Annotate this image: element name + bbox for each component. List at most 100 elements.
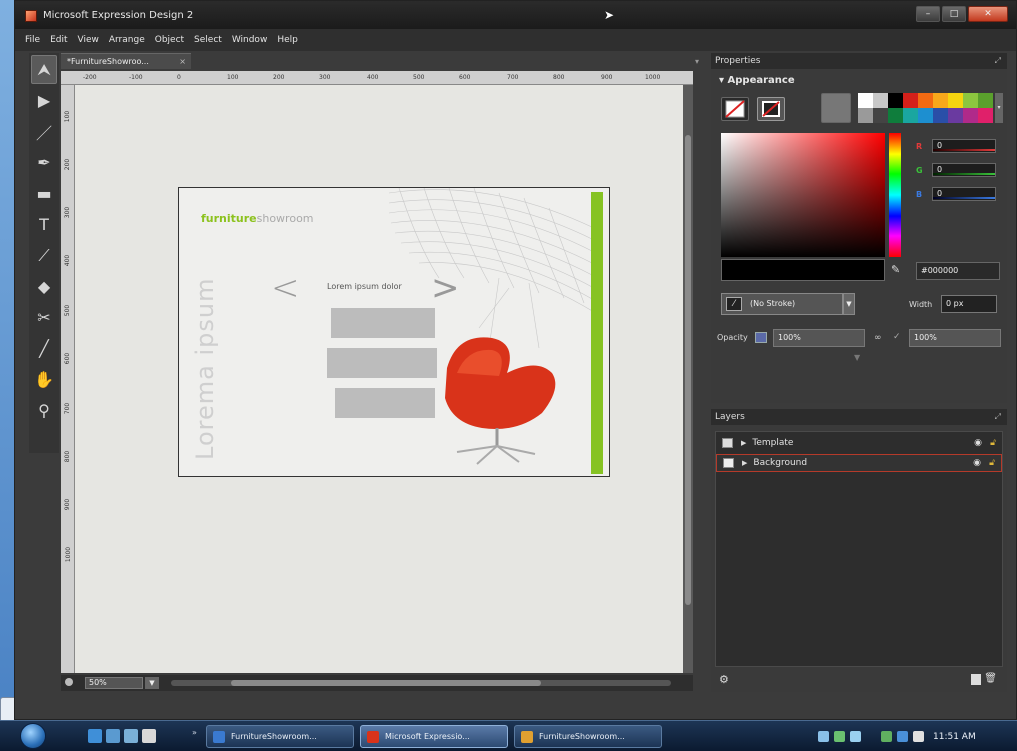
selection-tool-icon[interactable]: ⮝ [31,55,57,84]
gradient-tool-icon[interactable]: ╱ [31,334,57,363]
green-value-input[interactable]: 0 [932,163,996,177]
pen-tool-icon[interactable]: ✒ [31,148,57,177]
gear-icon[interactable]: ⚙ [719,673,729,686]
collapse-chevron-icon[interactable]: ▼ [854,353,860,362]
hue-slider[interactable] [889,133,901,257]
color-picker-field[interactable] [721,133,885,257]
zoom-tool-icon[interactable]: ⚲ [31,396,57,425]
rectangle-tool-icon[interactable]: ▬ [31,179,57,208]
color-swatch[interactable] [903,108,918,123]
menu-help[interactable]: Help [277,35,298,45]
horizontal-scrollbar[interactable] [171,680,671,686]
layer-row-background[interactable]: ▶ Background ◉ 🔓︎ [716,454,1002,472]
stroke-opacity-input[interactable]: 100% [909,329,1001,347]
color-swatch[interactable] [948,108,963,123]
clock[interactable]: 11:51 AM [933,732,976,742]
tray-sync-icon[interactable] [850,731,861,742]
stroke-select[interactable]: ⁄ (No Stroke) [721,293,843,315]
taskbar-button[interactable]: Microsoft Expressio... [360,725,508,748]
layer-row-template[interactable]: ▶ Template ◉ 🔓︎ [716,434,1002,452]
menu-object[interactable]: Object [155,35,184,45]
horizontal-scroll-thumb[interactable] [231,680,541,686]
link-icon[interactable]: ∞ [874,333,882,343]
delete-layer-icon[interactable]: 🗑︎ [984,673,997,684]
expand-arrow-icon[interactable]: ▶ [741,439,746,447]
menu-window[interactable]: Window [232,35,268,45]
volume-icon[interactable] [913,731,924,742]
visibility-eye-icon[interactable]: ◉ [974,438,982,448]
tray-app-icon[interactable] [834,731,845,742]
expand-arrow-icon[interactable]: ▶ [742,459,747,467]
panel-pin-icon[interactable]: ⤢ [995,53,1001,69]
menu-edit[interactable]: Edit [50,35,67,45]
tray-monitor-icon[interactable] [897,731,908,742]
color-swatch[interactable] [888,93,903,108]
color-swatch[interactable] [858,93,873,108]
color-swatch[interactable] [888,108,903,123]
blue-value-input[interactable]: 0 [932,187,996,201]
menu-select[interactable]: Select [194,35,222,45]
internet-explorer-icon[interactable] [88,729,102,743]
color-swatch[interactable] [978,108,993,123]
tray-network-icon[interactable] [818,731,829,742]
close-button[interactable]: ✕ [968,6,1008,22]
zoom-input[interactable]: 50% [85,677,143,689]
color-swatch[interactable] [978,93,993,108]
artboard[interactable]: furnitureshowroom Lorema ipsum < Lorem i… [178,187,610,477]
swatch-scroll-icon[interactable]: ▾ [995,93,1003,123]
menu-arrange[interactable]: Arrange [109,35,145,45]
color-swatch[interactable] [918,93,933,108]
color-swatch[interactable] [873,93,888,108]
color-swatch[interactable] [918,108,933,123]
hex-color-input[interactable]: #000000 [916,262,1000,280]
hand-tool-icon[interactable]: ✋ [31,365,57,394]
start-button[interactable] [20,723,46,749]
menu-view[interactable]: View [78,35,99,45]
vertical-scroll-thumb[interactable] [685,135,691,605]
taskbar-button[interactable]: FurnitureShowroom... [514,725,662,748]
color-swatch[interactable] [873,108,888,123]
brush-tool-icon[interactable]: ／ [31,117,57,146]
fill-mode-button[interactable] [721,97,749,121]
direct-selection-tool-icon[interactable]: ▶ [31,86,57,115]
width-input[interactable]: 0 px [941,295,997,313]
lock-icon[interactable]: 🔓︎ [989,458,995,468]
new-layer-icon[interactable] [971,674,981,685]
color-swatch[interactable] [903,93,918,108]
stroke-mode-button[interactable] [757,97,785,121]
tray-security-icon[interactable] [881,731,892,742]
title-bar[interactable]: Microsoft Expression Design 2 – □ ✕ [15,1,1016,29]
quicklaunch-more-icon[interactable]: » [192,728,197,737]
show-desktop-icon[interactable] [106,729,120,743]
vertical-scrollbar[interactable] [683,85,693,673]
maximize-button[interactable]: □ [942,6,966,22]
stroke-dropdown-icon[interactable]: ▼ [843,293,855,315]
text-tool-icon[interactable]: T [31,210,57,239]
menu-file[interactable]: File [25,35,40,45]
color-swatch[interactable] [963,93,978,108]
recent-colors-swatch[interactable] [821,93,851,123]
red-value-input[interactable]: 0 [932,139,996,153]
color-swatch[interactable] [858,108,873,123]
eraser-tool-icon[interactable]: ◆ [31,272,57,301]
document-list-dropdown-icon[interactable]: ▾ [695,57,699,66]
tab-document[interactable]: *FurnitureShowroo... × [61,53,191,69]
color-swatch[interactable] [963,108,978,123]
color-swatch[interactable] [948,93,963,108]
tab-close-icon[interactable]: × [179,54,186,69]
fill-opacity-input[interactable]: 100% [773,329,865,347]
visibility-eye-icon[interactable]: ◉ [973,458,981,468]
panel-pin-icon[interactable]: ⤢ [995,409,1001,425]
lock-icon[interactable]: 🔓︎ [990,438,996,448]
quicklaunch-app-icon[interactable] [142,729,156,743]
eyedropper-tool-icon[interactable]: ⟋ [31,241,57,270]
scissors-tool-icon[interactable]: ✂ [31,303,57,332]
minimize-button[interactable]: – [916,6,940,22]
color-swatch[interactable] [933,93,948,108]
zoom-dropdown-icon[interactable]: ▼ [145,677,159,689]
appearance-section-title[interactable]: ▾ Appearance [719,75,795,86]
eyedropper-icon[interactable]: ✎ [891,263,900,276]
color-swatch[interactable] [933,108,948,123]
switch-windows-icon[interactable] [124,729,138,743]
taskbar-button[interactable]: FurnitureShowroom... [206,725,354,748]
